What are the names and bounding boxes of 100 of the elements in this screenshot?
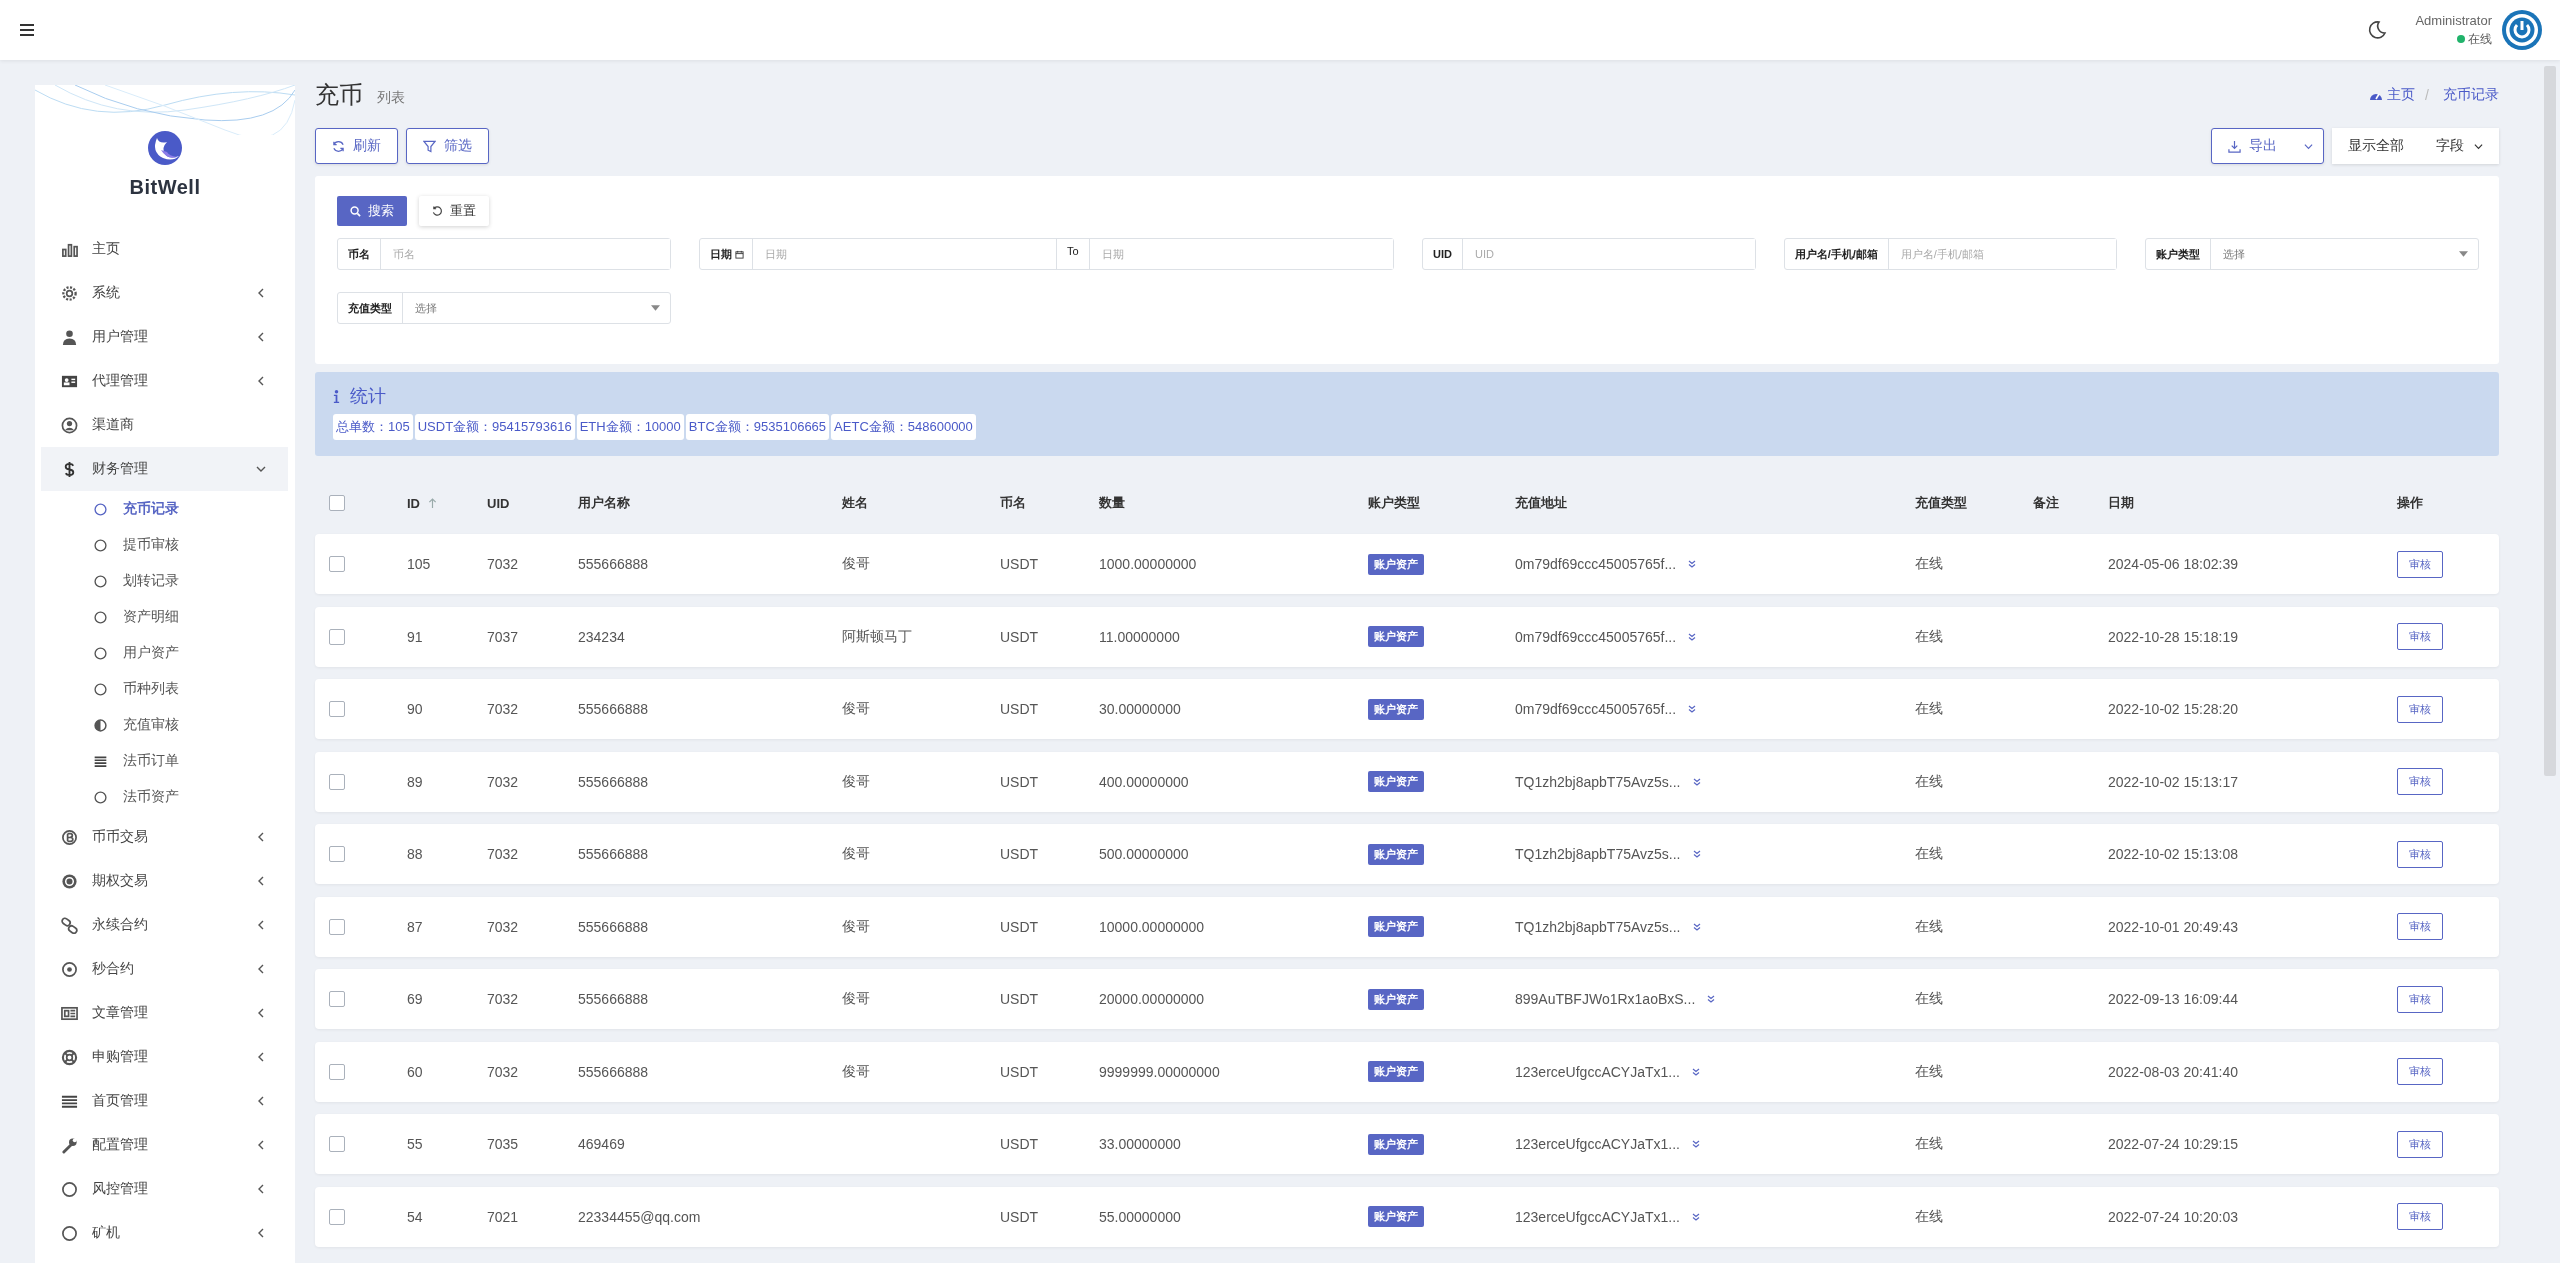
expand-icon[interactable] [1691, 1067, 1700, 1076]
text-field[interactable]: 用户名/手机/邮箱 用户名/手机/邮箱 [1783, 238, 2118, 270]
circle-icon [61, 1180, 78, 1198]
expand-icon[interactable] [1688, 632, 1697, 641]
account-type-tag: 账户资产 [1368, 1206, 1424, 1227]
text-field[interactable]: UID UID [1422, 238, 1756, 270]
row-checkbox[interactable] [329, 628, 345, 645]
moon-icon[interactable] [2367, 20, 2388, 40]
submenu-item[interactable]: 充值审核 [35, 707, 295, 743]
breadcrumb-link[interactable]: 充币记录 [2443, 86, 2499, 104]
submenu-item[interactable]: 划转记录 [35, 563, 295, 599]
table-cell: USDT [1000, 701, 1039, 717]
sidebar-item[interactable]: 风控管理 [41, 1167, 288, 1211]
table-cell: 90 [407, 701, 423, 717]
submenu-item[interactable]: 充币记录 [35, 491, 295, 527]
table-cell: 400.00000000 [1099, 773, 1189, 790]
sidebar-item[interactable]: 代理管理 [41, 359, 288, 403]
sidebar-item[interactable]: 期权交易 [41, 859, 288, 903]
table-cell: 555666888 [578, 918, 649, 935]
row-checkbox[interactable] [329, 701, 345, 717]
sidebar-item[interactable]: 秒合约 [41, 947, 288, 991]
review-button[interactable]: 审核 [2397, 913, 2443, 940]
expand-icon[interactable] [1691, 1212, 1700, 1221]
account-type-tag: 账户资产 [1368, 916, 1424, 937]
sidebar-item[interactable]: 币币交易 [41, 815, 288, 859]
export-button[interactable]: 导出 [2211, 128, 2324, 164]
row-checkbox[interactable] [329, 556, 345, 572]
expand-icon[interactable] [1688, 705, 1697, 713]
row-checkbox[interactable] [329, 1063, 345, 1080]
select-field[interactable]: 充值类型 选择 [337, 292, 671, 324]
sidebar-item[interactable]: 文章管理 [41, 991, 288, 1035]
table-cell: 2024-05-06 18:02:39 [2108, 556, 2238, 572]
row-checkbox[interactable] [329, 846, 345, 862]
expand-icon[interactable] [1692, 922, 1701, 931]
user-name: Administrator [2415, 12, 2492, 28]
table-cell: 555666888 [578, 556, 649, 572]
row-checkbox[interactable] [329, 918, 345, 935]
breadcrumb-link[interactable]: 主页 [2387, 86, 2416, 104]
review-button[interactable]: 审核 [2397, 1203, 2443, 1230]
review-button[interactable]: 审核 [2397, 985, 2443, 1013]
table-cell: 7032 [487, 991, 519, 1007]
select-all-checkbox[interactable] [329, 495, 345, 511]
table-cell: 555666888 [578, 846, 649, 862]
search-button[interactable]: 搜索 [337, 196, 407, 226]
lifebuoy-icon [61, 1048, 78, 1066]
sidebar-item[interactable]: 首页管理 [41, 1079, 288, 1123]
submenu-item[interactable]: 法币订单 [35, 743, 295, 779]
table-cell: USDT [1000, 1208, 1039, 1225]
reset-button[interactable]: 重置 [419, 196, 489, 226]
row-checkbox[interactable] [329, 1136, 345, 1152]
fields-dropdown[interactable]: 字段 [2420, 128, 2499, 164]
review-button[interactable]: 审核 [2397, 840, 2443, 868]
table-cell: 88 [407, 846, 423, 862]
refresh-button[interactable]: 刷新 [315, 128, 398, 164]
review-button[interactable]: 审核 [2397, 768, 2443, 795]
sidebar-item[interactable]: 永续合约 [41, 903, 288, 947]
avatar-power-icon[interactable] [2502, 10, 2542, 50]
sidebar-item[interactable]: 渠道商 [41, 403, 288, 447]
row-checkbox[interactable] [329, 991, 345, 1007]
sidebar-item[interactable]: 财务管理 [41, 447, 288, 491]
expand-icon[interactable] [1707, 995, 1716, 1003]
expand-icon[interactable] [1688, 560, 1697, 568]
review-button[interactable]: 审核 [2397, 623, 2443, 650]
sidebar-item[interactable]: 配置管理 [41, 1123, 288, 1167]
date-range-field[interactable]: 日期 日期 To 日期 [698, 238, 1394, 270]
sidebar-item[interactable]: 矿机 [41, 1211, 288, 1255]
select-field[interactable]: 账户类型 选择 [2145, 238, 2479, 270]
row-checkbox[interactable] [329, 1208, 345, 1225]
table-cell: 123erceUfgccACYJaTx1... [1515, 1136, 1680, 1152]
menu-icon[interactable] [20, 24, 34, 36]
sidebar-item[interactable]: 系统 [41, 271, 288, 315]
sidebar-item[interactable]: 主页 [41, 227, 288, 271]
table-cell: USDT [1000, 991, 1039, 1007]
review-button[interactable]: 审核 [2397, 1130, 2443, 1158]
review-button[interactable]: 审核 [2397, 1058, 2443, 1085]
submenu-item[interactable]: 币种列表 [35, 671, 295, 707]
table-cell: 俊哥 [842, 990, 870, 1008]
circle-icon [61, 1224, 78, 1242]
sidebar-item[interactable]: 申购管理 [41, 1035, 288, 1079]
submenu-item[interactable]: 法币资产 [35, 779, 295, 815]
scrollbar[interactable] [2544, 66, 2556, 776]
review-button[interactable]: 审核 [2397, 550, 2443, 578]
submenu-item[interactable]: 资产明细 [35, 599, 295, 635]
expand-icon[interactable] [1692, 850, 1701, 858]
row-checkbox[interactable] [329, 773, 345, 790]
submenu-item[interactable]: 用户资产 [35, 635, 295, 671]
field-label: 账户类型 [2146, 239, 2212, 269]
info-icon [333, 388, 340, 404]
review-button[interactable]: 审核 [2397, 695, 2443, 723]
filter-button[interactable]: 筛选 [406, 128, 489, 164]
field-label: 日期 [708, 246, 733, 262]
expand-icon[interactable] [1692, 777, 1701, 786]
show-all-button[interactable]: 显示全部 [2332, 128, 2420, 164]
submenu-item[interactable]: 提币审核 [35, 527, 295, 563]
sidebar-item[interactable]: 用户管理 [41, 315, 288, 359]
expand-icon[interactable] [1691, 1140, 1700, 1148]
text-field[interactable]: 币名 币名 [337, 238, 671, 270]
column-header: 数量 [1099, 494, 1125, 512]
table-cell: 2022-08-03 20:41:40 [2108, 1063, 2238, 1080]
account-type-tag: 账户资产 [1368, 626, 1424, 647]
